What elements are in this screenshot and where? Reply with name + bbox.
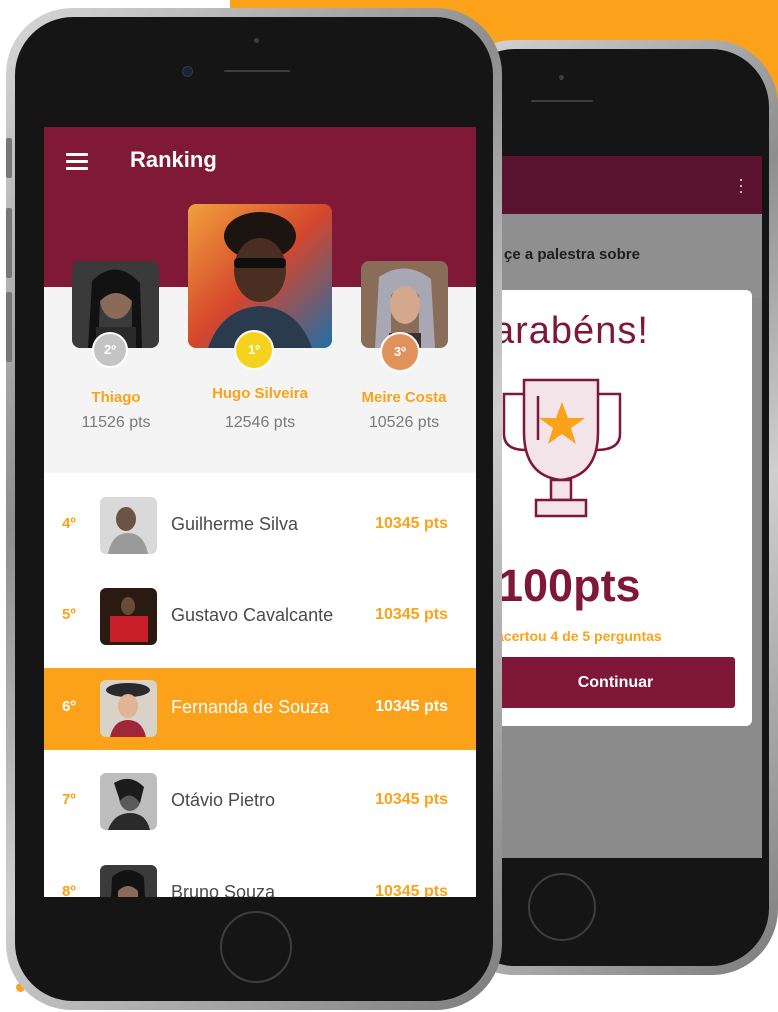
row-points: 10345 pts <box>375 791 448 808</box>
row-rank: 7º <box>62 791 76 808</box>
ranking-row[interactable]: 7º Otávio Pietro 10345 pts <box>44 761 476 843</box>
phone-speaker <box>531 100 593 102</box>
phone-speaker <box>224 70 290 72</box>
more-vert-icon[interactable]: · · · <box>738 170 744 200</box>
podium-name-3: Meire Costa <box>361 389 447 406</box>
ranking-screen: Ranking 2º Thiago 11526 pts 1º Hugo Silv… <box>44 127 476 897</box>
page-title: Ranking <box>130 147 217 172</box>
result-subtitle: ҫe a palestra sobre <box>504 246 640 263</box>
row-rank: 6º <box>62 698 76 715</box>
row-points: 10345 pts <box>375 606 448 623</box>
score-summary: acertou 4 de 5 perguntas <box>496 628 662 644</box>
ranking-row[interactable]: 8º Bruno Souza 10345 pts <box>44 853 476 897</box>
congrats-dialog: arabéns! 100pts acertou 4 de 5 perguntas… <box>490 290 752 726</box>
result-app-bar: · · · <box>490 156 762 214</box>
dialog-title: arabéns! <box>493 310 649 352</box>
phone-sensor <box>254 38 259 43</box>
front-camera <box>182 66 193 77</box>
points-earned: 100pts <box>498 560 641 611</box>
phone-sensor <box>559 75 564 80</box>
result-screen: · · · ҫe a palestra sobre arabéns! 100pts … <box>490 156 762 858</box>
row-name: Fernanda de Souza <box>171 697 330 717</box>
row-rank: 4º <box>62 515 76 532</box>
row-name: Otávio Pietro <box>171 790 276 810</box>
row-rank: 5º <box>62 606 76 623</box>
podium-points-3: 10526 pts <box>368 414 440 431</box>
row-avatar <box>100 773 157 830</box>
podium-avatar-1[interactable] <box>188 204 332 348</box>
row-points: 10345 pts <box>375 883 448 897</box>
row-points: 10345 pts <box>375 515 448 532</box>
rank-badge-3: 3º <box>380 332 420 372</box>
podium-points-1: 12546 pts <box>224 414 296 431</box>
phone-volume-down <box>6 292 12 362</box>
ranking-row[interactable]: 4º Guilherme Silva 10345 pts <box>44 485 476 567</box>
row-avatar <box>100 680 157 737</box>
row-avatar <box>100 865 157 897</box>
home-button[interactable] <box>220 911 292 983</box>
row-name: Guilherme Silva <box>171 514 299 534</box>
phone-mute-switch <box>6 138 12 178</box>
row-name: Bruno Souza <box>171 882 276 897</box>
row-rank: 8º <box>62 883 76 897</box>
row-points: 10345 pts <box>375 698 448 715</box>
continue-button[interactable]: Continuar <box>496 657 735 708</box>
podium-name-1: Hugo Silveira <box>212 385 308 402</box>
row-name: Gustavo Cavalcante <box>171 605 334 625</box>
rank-badge-1: 1º <box>234 330 274 370</box>
row-avatar <box>100 497 157 554</box>
ranking-row[interactable]: 5º Gustavo Cavalcante 10345 pts <box>44 576 476 658</box>
hamburger-menu-icon[interactable] <box>66 153 88 170</box>
podium-points-2: 11526 pts <box>81 414 151 431</box>
rank-badge-2: 2º <box>92 332 128 368</box>
podium-name-2: Thiago <box>91 389 141 406</box>
row-avatar <box>100 588 157 645</box>
home-button[interactable] <box>528 873 596 941</box>
trophy-star-icon <box>502 378 622 518</box>
ranking-row-current-user[interactable]: 6º Fernanda de Souza 10345 pts <box>44 668 476 750</box>
phone-volume-up <box>6 208 12 278</box>
